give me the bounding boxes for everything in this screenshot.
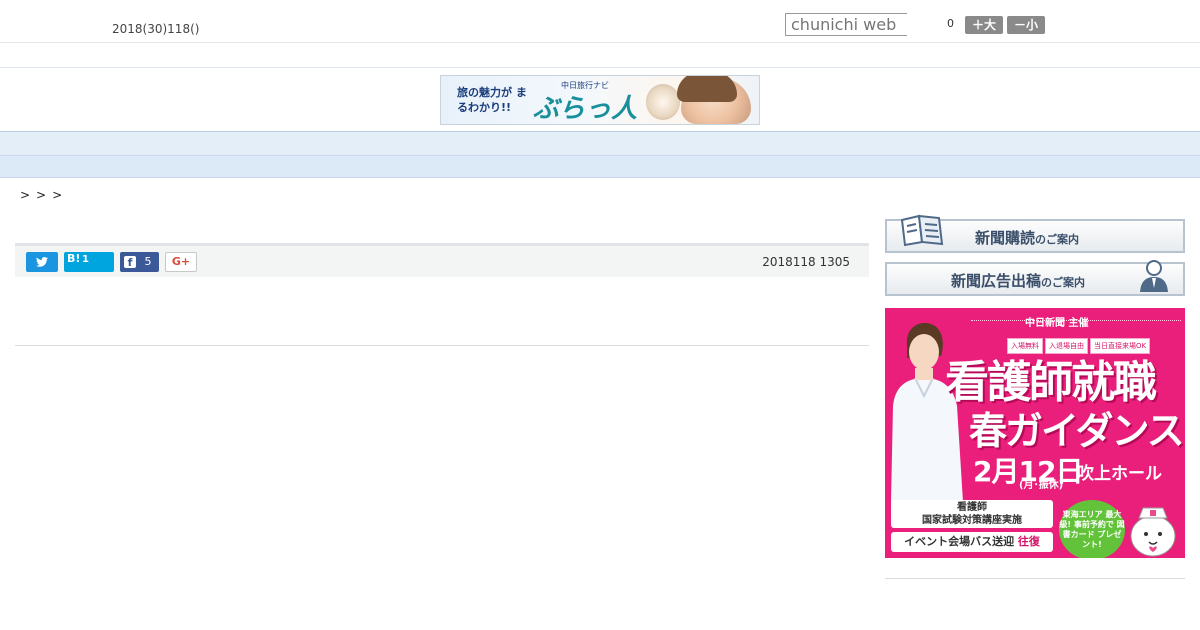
hatena-bookmark-button[interactable]: B! 1 bbox=[64, 252, 114, 272]
newspaper-icon bbox=[900, 214, 944, 247]
facebook-icon: f bbox=[124, 256, 136, 269]
header-date: 2018(30)118() bbox=[112, 22, 200, 36]
main-nav bbox=[0, 131, 1200, 156]
search-input[interactable] bbox=[785, 13, 907, 36]
banner-tagline: 旅の魅力が まるわかり!! bbox=[457, 86, 527, 114]
woman-hair-image bbox=[677, 76, 737, 102]
hatena-icon: B! bbox=[67, 252, 81, 265]
ad-promo-bubble: 東海エリア 最大級! 事前予約で 図書カード プレゼント! bbox=[1059, 500, 1125, 558]
ad-organizer: 中日新聞 主催 bbox=[1025, 318, 1089, 329]
twitter-share-button[interactable] bbox=[26, 252, 58, 272]
sidebar-divider bbox=[885, 578, 1185, 579]
ad-bus-box: イベント会場バス送迎 往復 bbox=[891, 532, 1053, 552]
breadcrumb: >>> bbox=[20, 188, 69, 202]
advertise-label: 新聞広告出稿のご案内 bbox=[951, 272, 1086, 290]
font-smaller-button[interactable]: －小 bbox=[1007, 16, 1045, 34]
nurse-guidance-ad[interactable]: 中日新聞 主催 入場無料 入退場自由 当日直接来場OK 看護師就職 春ガイダンス 2… bbox=[885, 308, 1185, 558]
hatena-count: 1 bbox=[82, 254, 89, 265]
ad-subtitle: 春ガイダンス bbox=[969, 409, 1185, 453]
font-size-indicator: 0 bbox=[947, 17, 954, 30]
publish-timestamp: 2018118 1305 bbox=[762, 255, 850, 269]
top-banner-ad[interactable]: 旅の魅力が まるわかり!! 中日旅行ナビ ぶらっ人 bbox=[440, 75, 760, 125]
font-bigger-button[interactable]: ＋大 bbox=[965, 16, 1003, 34]
share-bar: B! 1 f 5 G+ 2018118 1305 bbox=[15, 243, 869, 277]
facebook-count: 5 bbox=[144, 255, 152, 268]
ad-day: (月･振休) bbox=[1019, 480, 1064, 491]
banner-logo: ぶらっ人 bbox=[533, 94, 638, 124]
google-plus-button[interactable]: G+ bbox=[165, 252, 197, 272]
subscribe-label: 新聞購読のご案内 bbox=[975, 229, 1080, 247]
content-divider bbox=[15, 345, 869, 346]
ad-exam-box: 看護師 国家試験対策講座実施 bbox=[891, 500, 1053, 528]
header-sub-band bbox=[0, 43, 1200, 68]
twitter-icon bbox=[36, 257, 48, 267]
ad-venue: 吹上ホール bbox=[1077, 464, 1162, 484]
facebook-share-button[interactable]: f 5 bbox=[120, 252, 159, 272]
businessman-icon bbox=[1140, 260, 1168, 292]
sub-nav bbox=[0, 156, 1200, 178]
shell-image bbox=[646, 84, 680, 120]
subscribe-info-button[interactable]: 新聞購読のご案内 bbox=[885, 214, 1185, 253]
top-bar: 2018(30)118() 0 ＋大 －小 bbox=[0, 0, 1200, 43]
nurse-mascot-icon bbox=[1130, 507, 1176, 557]
advertise-info-button[interactable]: 新聞広告出稿のご案内 bbox=[885, 260, 1185, 296]
